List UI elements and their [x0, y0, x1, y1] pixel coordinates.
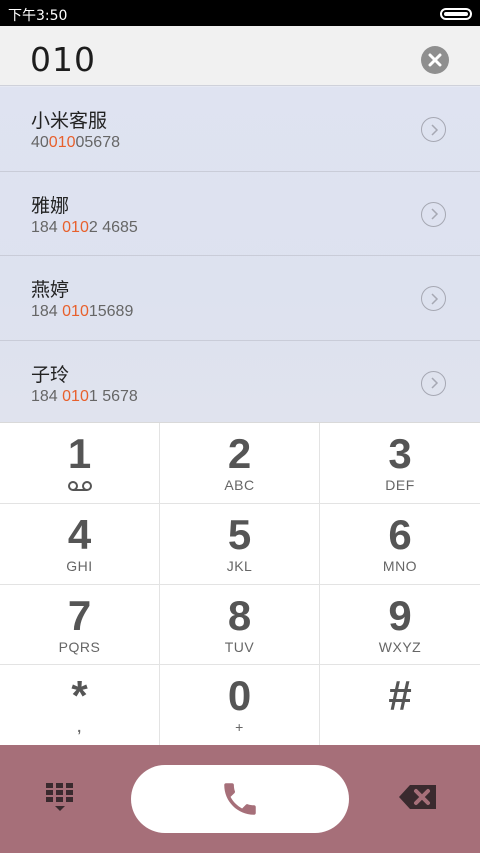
dial-number-input[interactable]: 010 [30, 40, 96, 79]
dial-keypad: 1 2 ABC 3 DEF 4 GHI 5 JKL 6 MNO 7 PQRS 8… [0, 422, 480, 746]
search-bar: 010 [0, 26, 480, 86]
chevron-right-icon [430, 123, 438, 136]
chevron-right-icon [430, 208, 438, 220]
status-time: 下午3:50 [8, 8, 68, 24]
backspace-button[interactable] [398, 783, 438, 811]
key-6[interactable]: 6 MNO [320, 504, 480, 585]
dialpad-icon [46, 783, 73, 811]
key-9[interactable]: 9 WXYZ [320, 585, 480, 666]
key-8[interactable]: 8 TUV [160, 584, 320, 666]
contact-number: 184 01015689 [31, 303, 134, 320]
contact-detail-button[interactable] [421, 117, 446, 142]
key-0[interactable]: 0 + [160, 665, 320, 746]
key-3[interactable]: 3 DEF [320, 423, 480, 504]
key-7[interactable]: 7 PQRS [0, 584, 160, 666]
contact-detail-button[interactable] [421, 286, 446, 311]
key-1[interactable]: 1 [0, 423, 160, 504]
key-5[interactable]: 5 JKL [160, 503, 320, 585]
list-item[interactable]: 燕婷 184 01015689 [0, 256, 480, 341]
contact-name: 小米客服 [31, 110, 108, 132]
contact-name: 燕婷 [31, 279, 70, 301]
call-button[interactable] [131, 765, 349, 833]
voicemail-icon [67, 481, 92, 491]
list-item[interactable]: 雅娜 184 0102 4685 [0, 172, 480, 256]
dialer-action-bar [0, 745, 480, 853]
list-item[interactable]: 小米客服 4001005678 [0, 87, 480, 172]
contact-detail-button[interactable] [421, 370, 446, 396]
battery-icon [440, 8, 472, 20]
key-star[interactable]: * , [0, 665, 160, 746]
contact-number: 4001005678 [31, 134, 120, 151]
clear-button[interactable] [421, 46, 449, 74]
contact-number: 184 0102 4685 [31, 218, 138, 236]
chevron-right-icon [430, 292, 438, 305]
key-2[interactable]: 2 ABC [160, 423, 320, 504]
contact-results-list: 小米客服 4001005678 雅娜 184 0102 4685 燕婷 184 … [0, 87, 480, 422]
key-4[interactable]: 4 GHI [0, 503, 160, 585]
status-bar: 下午3:50 [0, 0, 480, 26]
contact-number: 184 0101 5678 [31, 387, 138, 405]
contact-name: 子玲 [31, 363, 70, 386]
contact-name: 雅娜 [31, 194, 70, 217]
list-item[interactable]: 子玲 184 0101 5678 [0, 341, 480, 423]
key-hash[interactable]: # [320, 665, 480, 746]
contact-detail-button[interactable] [421, 201, 446, 227]
close-icon [428, 53, 442, 67]
phone-icon [224, 783, 256, 815]
backspace-icon [399, 785, 436, 809]
dialpad-toggle-button[interactable] [44, 781, 76, 813]
chevron-right-icon [430, 377, 438, 389]
